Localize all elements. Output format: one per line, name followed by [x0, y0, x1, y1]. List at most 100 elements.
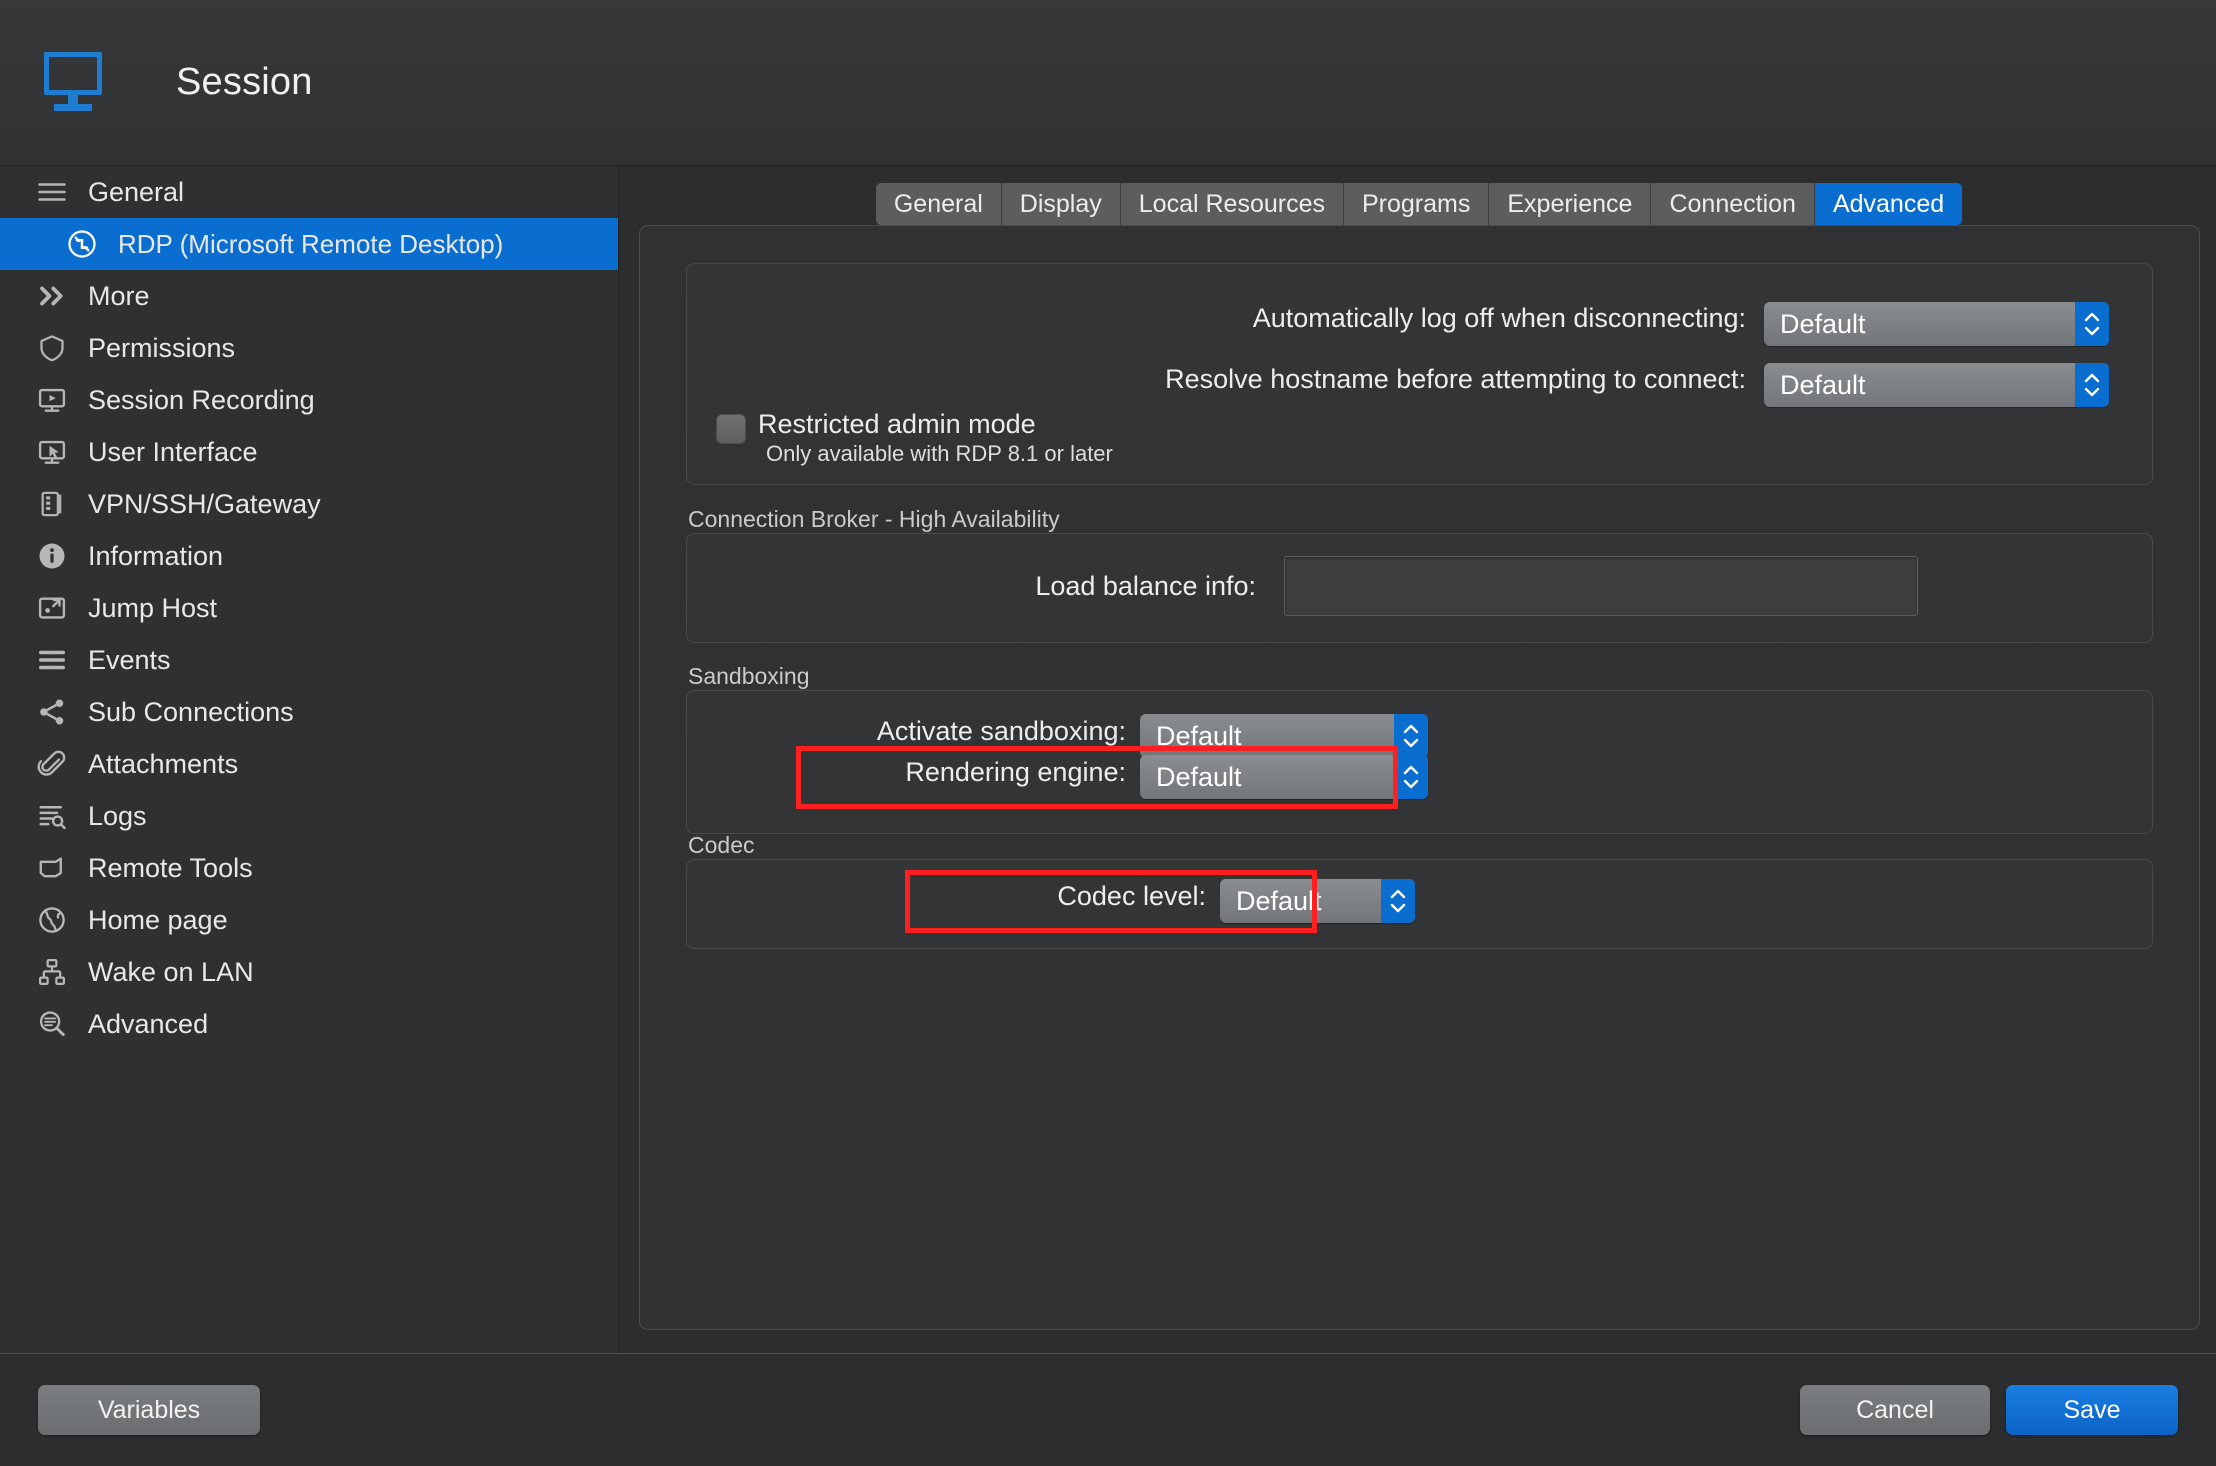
resolve-hostname-value: Default — [1780, 369, 1866, 400]
monitor-icon — [44, 51, 110, 114]
tab-experience[interactable]: Experience — [1489, 183, 1652, 225]
sidebar-item-label: More — [88, 280, 150, 311]
codec-level-value: Default — [1236, 885, 1322, 916]
restricted-admin-row: Restricted admin mode Only available wit… — [716, 410, 1113, 467]
tab-display[interactable]: Display — [1001, 183, 1121, 225]
cancel-button[interactable]: Cancel — [1800, 1385, 1990, 1435]
sidebar-item-label: VPN/SSH/Gateway — [88, 488, 321, 519]
sidebar-item-remote-tools[interactable]: Remote Tools — [0, 842, 618, 894]
sidebar-item-vpn-ssh-gateway[interactable]: VPN/SSH/Gateway — [0, 478, 618, 530]
sidebar-item-label: Events — [88, 644, 171, 675]
paperclip-icon — [34, 746, 70, 782]
window-body: General RDP (Microsoft Remote Desktop) Mor… — [0, 166, 2216, 1353]
sidebar-item-label: Advanced — [88, 1008, 209, 1039]
restricted-admin-hint: Only available with RDP 8.1 or later — [766, 441, 1113, 467]
double-chevron-right-icon — [34, 278, 70, 314]
activate-sandboxing-row: Activate sandboxing: — [686, 716, 1126, 747]
resolve-hostname-label: Resolve hostname before attempting to co… — [1165, 364, 1746, 394]
sidebar-item-advanced[interactable]: Advanced — [0, 998, 618, 1050]
arrow-banner-icon — [34, 850, 70, 886]
sidebar-item-permissions[interactable]: Permissions — [0, 322, 618, 374]
auto-logoff-label: Automatically log off when disconnecting… — [1252, 303, 1746, 333]
activate-sandboxing-select[interactable]: Default — [1140, 714, 1428, 758]
tab-advanced[interactable]: Advanced — [1814, 183, 1963, 225]
sidebar-item-label: Attachments — [88, 748, 239, 779]
rendering-engine-select[interactable]: Default — [1140, 755, 1428, 799]
sidebar-item-label: User Interface — [88, 436, 258, 467]
sidebar-item-label: Remote Tools — [88, 852, 253, 883]
sidebar-item-sub-connections[interactable]: Sub Connections — [0, 686, 618, 738]
sidebar-item-general[interactable]: General — [0, 166, 618, 218]
server-icon — [34, 486, 70, 522]
resolve-hostname-row: Resolve hostname before attempting to co… — [686, 364, 1746, 395]
sidebar-item-events[interactable]: Events — [0, 634, 618, 686]
sidebar-item-more[interactable]: More — [0, 270, 618, 322]
info-circle-icon — [34, 538, 70, 574]
sidebar-item-logs[interactable]: Logs — [0, 790, 618, 842]
tab-general[interactable]: General — [875, 183, 1002, 225]
activate-sandboxing-value: Default — [1156, 720, 1242, 751]
stepper-arrows-icon[interactable] — [2075, 363, 2109, 407]
rdp-icon — [64, 226, 100, 262]
tab-local-resources[interactable]: Local Resources — [1120, 183, 1344, 225]
auto-logoff-row: Automatically log off when disconnecting… — [686, 303, 1746, 334]
tab-bar: General Display Local Resources Programs Exp… — [633, 183, 2205, 225]
sidebar-item-label: Jump Host — [88, 592, 218, 623]
stepper-arrows-icon[interactable] — [1394, 714, 1428, 758]
jump-host-icon — [34, 590, 70, 626]
auto-logoff-value: Default — [1780, 308, 1866, 339]
magnifier-doc-icon — [34, 1006, 70, 1042]
codec-level-select[interactable]: Default — [1220, 879, 1415, 923]
hamburger-icon — [34, 174, 70, 210]
restricted-admin-checkbox[interactable] — [716, 414, 746, 444]
sidebar-item-user-interface[interactable]: User Interface — [0, 426, 618, 478]
stepper-arrows-icon[interactable] — [1394, 755, 1428, 799]
monitor-play-icon — [34, 382, 70, 418]
sandboxing-section-label: Sandboxing — [688, 663, 810, 689]
load-balance-label: Load balance info: — [1035, 570, 1256, 601]
tab-programs[interactable]: Programs — [1344, 183, 1490, 225]
sidebar-item-label: Information — [88, 540, 224, 571]
rendering-engine-row: Rendering engine: — [686, 757, 1126, 788]
session-settings-window: Session General RDP (Microsoft Remote Des… — [0, 0, 2216, 1466]
sidebar-item-wake-on-lan[interactable]: Wake on LAN — [0, 946, 618, 998]
sidebar-item-label: Logs — [88, 800, 147, 831]
load-balance-row: Load balance info: — [686, 556, 1256, 616]
globe-icon — [34, 902, 70, 938]
stepper-arrows-icon[interactable] — [2075, 302, 2109, 346]
sidebar-item-session-recording[interactable]: Session Recording — [0, 374, 618, 426]
sidebar-item-rdp-microsoft-remote-desktop[interactable]: RDP (Microsoft Remote Desktop) — [0, 218, 618, 270]
sidebar-item-label: Wake on LAN — [88, 956, 254, 987]
shield-icon — [34, 330, 70, 366]
restricted-admin-label: Restricted admin mode — [758, 409, 1036, 439]
stepper-arrows-icon[interactable] — [1381, 879, 1415, 923]
load-balance-input[interactable] — [1284, 556, 1918, 616]
lines-icon — [34, 642, 70, 678]
advanced-settings-panel: Automatically log off when disconnecting… — [639, 225, 2200, 1330]
log-search-icon — [34, 798, 70, 834]
sidebar-item-home-page[interactable]: Home page — [0, 894, 618, 946]
connection-broker-section-label: Connection Broker - High Availability — [688, 506, 1060, 532]
codec-level-label: Codec level: — [1057, 881, 1206, 911]
save-button[interactable]: Save — [2006, 1385, 2178, 1435]
rendering-engine-value: Default — [1156, 761, 1242, 792]
sidebar-item-label: Sub Connections — [88, 696, 294, 727]
sidebar-item-attachments[interactable]: Attachments — [0, 738, 618, 790]
sidebar-item-jump-host[interactable]: Jump Host — [0, 582, 618, 634]
auto-logoff-select[interactable]: Default — [1764, 302, 2109, 346]
codec-section-label: Codec — [688, 832, 755, 858]
resolve-hostname-select[interactable]: Default — [1764, 363, 2109, 407]
sidebar-item-label: Permissions — [88, 332, 236, 363]
codec-level-row: Codec level: — [686, 881, 1206, 912]
tab-connection[interactable]: Connection — [1651, 183, 1815, 225]
activate-sandboxing-label: Activate sandboxing: — [876, 716, 1126, 746]
footer-bar: Variables Cancel Save — [0, 1353, 2216, 1466]
content-area: General Display Local Resources Programs Exp… — [619, 166, 2216, 1353]
sidebar-item-information[interactable]: Information — [0, 530, 618, 582]
rendering-engine-label: Rendering engine: — [905, 757, 1126, 787]
sidebar-item-label: General — [88, 176, 185, 207]
monitor-cursor-icon — [34, 434, 70, 470]
sidebar-item-label: Session Recording — [88, 384, 315, 415]
window-header: Session — [0, 0, 2216, 166]
variables-button[interactable]: Variables — [38, 1385, 260, 1435]
